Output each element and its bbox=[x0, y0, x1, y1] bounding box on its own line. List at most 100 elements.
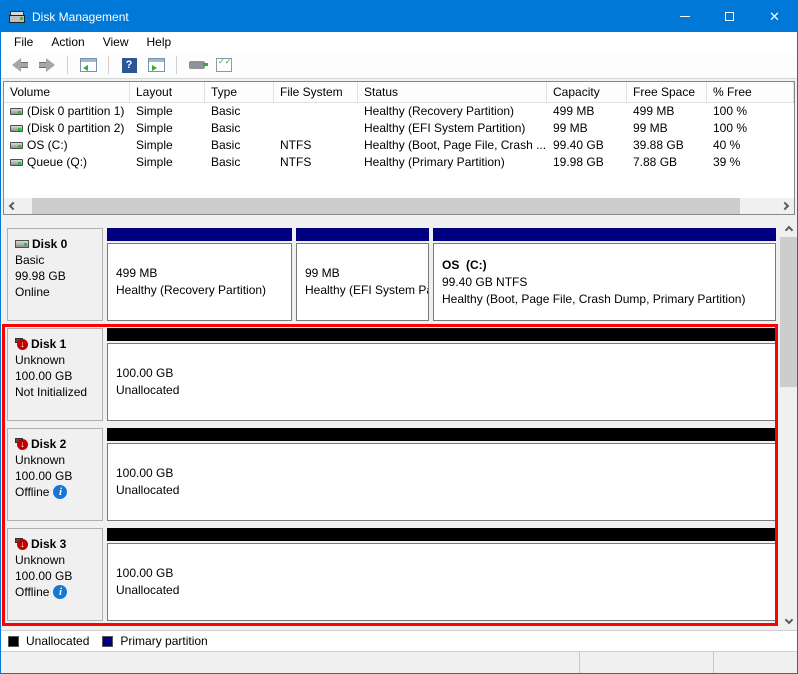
menu-view[interactable]: View bbox=[94, 33, 138, 51]
column-header-pct-free[interactable]: % Free bbox=[707, 82, 794, 102]
type-value: Basic bbox=[205, 103, 274, 120]
pct-free-value: 40 % bbox=[707, 137, 794, 154]
unallocated-bar bbox=[107, 428, 776, 441]
menu-action[interactable]: Action bbox=[42, 33, 93, 51]
disk-icon bbox=[15, 240, 29, 248]
disk-size: 100.00 GB bbox=[15, 568, 100, 584]
checklist-icon: ✓✓ bbox=[216, 58, 232, 72]
menu-file[interactable]: File bbox=[5, 33, 42, 51]
maximize-button[interactable] bbox=[707, 1, 752, 32]
unallocated-region[interactable]: 100.00 GB Unallocated bbox=[107, 528, 776, 621]
horizontal-scrollbar[interactable] bbox=[4, 198, 794, 214]
title-bar: Disk Management ✕ bbox=[1, 1, 797, 32]
partition-status: Unallocated bbox=[116, 382, 775, 399]
scroll-right-button[interactable] bbox=[778, 198, 794, 214]
unallocated-bar bbox=[107, 328, 776, 341]
volume-icon bbox=[10, 125, 23, 132]
column-header-file-system[interactable]: File System bbox=[274, 82, 358, 102]
console-tree-icon bbox=[80, 58, 97, 72]
type-value: Basic bbox=[205, 120, 274, 137]
partition-size: 100.00 GB bbox=[116, 565, 775, 582]
list-filler bbox=[4, 171, 794, 198]
partition-efi[interactable]: 99 MB Healthy (EFI System Pa bbox=[296, 228, 429, 321]
volume-icon bbox=[10, 108, 23, 115]
column-header-status[interactable]: Status bbox=[358, 82, 547, 102]
chevron-right-icon bbox=[781, 202, 789, 210]
forward-button[interactable] bbox=[36, 54, 58, 76]
disk-row-3: ↓Disk 3 Unknown 100.00 GB Offlinei 100.0… bbox=[7, 528, 776, 621]
volume-name: (Disk 0 partition 2) bbox=[27, 120, 124, 137]
column-header-type[interactable]: Type bbox=[205, 82, 274, 102]
vertical-scrollbar[interactable] bbox=[780, 220, 797, 630]
volume-name: OS (C:) bbox=[27, 137, 68, 154]
column-header-free-space[interactable]: Free Space bbox=[627, 82, 707, 102]
partition-os-c[interactable]: OS (C:) 99.40 GB NTFS Healthy (Boot, Pag… bbox=[433, 228, 776, 321]
window-title: Disk Management bbox=[32, 10, 129, 24]
status-bar-segment bbox=[713, 652, 797, 673]
show-console-tree-button[interactable] bbox=[77, 54, 99, 76]
partition-status: Healthy (Recovery Partition) bbox=[116, 282, 291, 299]
table-row[interactable]: OS (C:) Simple Basic NTFS Healthy (Boot,… bbox=[4, 137, 794, 154]
volume-list-header: Volume Layout Type File System Status Ca… bbox=[4, 82, 794, 103]
action-pane-icon bbox=[148, 58, 165, 72]
capacity-value: 99.40 GB bbox=[547, 137, 627, 154]
volume-name: (Disk 0 partition 1) bbox=[27, 103, 124, 120]
scroll-up-button[interactable] bbox=[780, 220, 797, 237]
tasks-button[interactable]: ✓✓ bbox=[213, 54, 235, 76]
minimize-button[interactable] bbox=[662, 1, 707, 32]
capacity-value: 499 MB bbox=[547, 103, 627, 120]
partition-size: 499 MB bbox=[116, 265, 291, 282]
column-header-layout[interactable]: Layout bbox=[130, 82, 205, 102]
pct-free-value: 39 % bbox=[707, 154, 794, 171]
disk0-label-panel[interactable]: Disk 0 Basic 99.98 GB Online bbox=[7, 228, 103, 321]
disk1-label-panel[interactable]: ↓Disk 1 Unknown 100.00 GB Not Initialize… bbox=[7, 328, 103, 421]
vertical-scrollbar-thumb[interactable] bbox=[780, 237, 797, 387]
status-value: Healthy (Recovery Partition) bbox=[358, 103, 547, 120]
disk-list: Disk 0 Basic 99.98 GB Online 499 MB Heal… bbox=[1, 220, 780, 630]
disk-error-icon: ↓ bbox=[15, 538, 28, 550]
legend-bar: Unallocated Primary partition bbox=[1, 630, 797, 651]
unallocated-region[interactable]: 100.00 GB Unallocated bbox=[107, 328, 776, 421]
horizontal-scrollbar-thumb[interactable] bbox=[32, 198, 740, 214]
disk-row-2: ↓Disk 2 Unknown 100.00 GB Offlinei 100.0… bbox=[7, 428, 776, 521]
info-icon[interactable]: i bbox=[53, 585, 67, 599]
properties-button[interactable] bbox=[186, 54, 208, 76]
column-header-capacity[interactable]: Capacity bbox=[547, 82, 627, 102]
disk3-label-panel[interactable]: ↓Disk 3 Unknown 100.00 GB Offlinei bbox=[7, 528, 103, 621]
partition-status: Unallocated bbox=[116, 482, 775, 499]
scroll-down-button[interactable] bbox=[780, 613, 797, 630]
disk-type: Basic bbox=[15, 252, 100, 268]
close-button[interactable]: ✕ bbox=[752, 1, 797, 32]
primary-partition-bar bbox=[433, 228, 776, 241]
column-header-volume[interactable]: Volume bbox=[4, 82, 130, 102]
status-value: Healthy (EFI System Partition) bbox=[358, 120, 547, 137]
toolbar-separator bbox=[67, 56, 68, 74]
menu-help[interactable]: Help bbox=[138, 33, 181, 51]
legend-label-unallocated: Unallocated bbox=[26, 634, 89, 648]
help-button[interactable]: ? bbox=[118, 54, 140, 76]
table-row[interactable]: (Disk 0 partition 1) Simple Basic Health… bbox=[4, 103, 794, 120]
menu-bar: File Action View Help bbox=[1, 32, 797, 52]
toolbar-separator bbox=[108, 56, 109, 74]
show-action-pane-button[interactable] bbox=[145, 54, 167, 76]
status-value: Healthy (Boot, Page File, Crash ... bbox=[358, 137, 547, 154]
disk-name: Disk 1 bbox=[31, 336, 66, 352]
type-value: Basic bbox=[205, 154, 274, 171]
back-button[interactable] bbox=[9, 54, 31, 76]
capacity-value: 99 MB bbox=[547, 120, 627, 137]
disk-status: Not Initialized bbox=[15, 384, 87, 400]
partition-status: Unallocated bbox=[116, 582, 775, 599]
layout-value: Simple bbox=[130, 103, 205, 120]
disk2-label-panel[interactable]: ↓Disk 2 Unknown 100.00 GB Offlinei bbox=[7, 428, 103, 521]
free-space-value: 499 MB bbox=[627, 103, 707, 120]
disk-status: Offline bbox=[15, 584, 49, 600]
scroll-left-button[interactable] bbox=[4, 198, 20, 214]
partition-recovery[interactable]: 499 MB Healthy (Recovery Partition) bbox=[107, 228, 292, 321]
disk-management-window: Disk Management ✕ File Action View Help … bbox=[0, 0, 798, 674]
info-icon[interactable]: i bbox=[53, 485, 67, 499]
table-row[interactable]: Queue (Q:) Simple Basic NTFS Healthy (Pr… bbox=[4, 154, 794, 171]
file-system-value bbox=[274, 103, 358, 120]
legend-label-primary-partition: Primary partition bbox=[120, 634, 207, 648]
table-row[interactable]: (Disk 0 partition 2) Simple Basic Health… bbox=[4, 120, 794, 137]
unallocated-region[interactable]: 100.00 GB Unallocated bbox=[107, 428, 776, 521]
